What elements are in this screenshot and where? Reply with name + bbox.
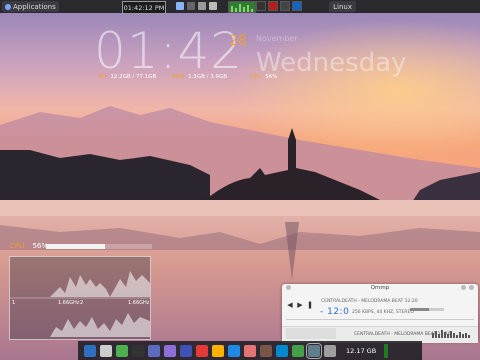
conky-cpu-stat: CPU 56% (250, 74, 277, 80)
battery-icon[interactable] (256, 1, 266, 11)
core2-label: 2 (80, 300, 84, 306)
cpu-usage-bar (46, 244, 152, 249)
applications-menu-button[interactable]: Applications (2, 1, 59, 12)
chart-icon[interactable] (292, 344, 304, 357)
disk-meter (384, 343, 389, 358)
conky-ram-stat: RAM 1.5GB / 3.9GB (172, 74, 227, 80)
player-icon[interactable] (306, 342, 322, 359)
system-icon[interactable] (148, 344, 160, 357)
player-title: Qmmp (370, 285, 390, 291)
player-menu-button[interactable] (286, 285, 291, 290)
network-icon[interactable] (209, 2, 217, 10)
display-icon[interactable] (292, 1, 302, 11)
spectrum-analyzer (432, 330, 470, 338)
hdd-value: 12.2GB / 77.1GB (110, 74, 157, 80)
player-track-title: CENTRALDEATH - MELODRAMA BEAT 12:20 (321, 299, 418, 304)
volume-slider[interactable] (410, 308, 444, 311)
player-stream-info: 256 KBPS, 44 KHZ, STEREO (352, 310, 414, 315)
applications-icon (5, 3, 11, 10)
terminal-icon[interactable] (132, 344, 144, 357)
web-icon[interactable] (180, 344, 192, 357)
paint-icon[interactable] (212, 344, 224, 357)
play-icon[interactable]: ▶ (296, 301, 304, 309)
system-tray (256, 1, 302, 11)
dock: 12.17 GB (78, 341, 422, 360)
cpu-stat-value: 56% (265, 74, 278, 80)
top-panel: Applications 01:42:12 PM Linux (0, 0, 480, 14)
player-time: - 12:0 (320, 307, 350, 317)
ram-label: RAM (172, 74, 185, 80)
trash-icon[interactable] (116, 344, 128, 357)
player-close-button[interactable] (469, 285, 474, 290)
conky-day: 28 (229, 33, 247, 49)
settings-icon[interactable] (100, 344, 112, 357)
core2-frequency: 1.66GHz (128, 300, 150, 306)
window-icon[interactable] (198, 2, 206, 10)
os-label[interactable]: Linux (329, 1, 356, 12)
hdd-label: HD (98, 74, 107, 80)
cpu-widget-label: CPU (10, 242, 25, 250)
playlist-controls[interactable] (286, 328, 336, 339)
applications-label: Applications (13, 2, 56, 11)
cpu-monitor-graph[interactable] (228, 1, 256, 13)
record-icon[interactable] (268, 1, 278, 11)
core1-frequency: 1.66GHz (58, 300, 80, 306)
panel-clock[interactable]: 01:42:12 PM (122, 1, 166, 14)
seek-bar[interactable] (286, 319, 474, 320)
cpu-stat-label: CPU (250, 74, 262, 80)
conky-hdd-stat: HD 12.2GB / 77.1GB (98, 74, 156, 80)
cpu-widget-title: CPU 56% (10, 242, 48, 250)
chrome-icon[interactable] (196, 344, 208, 357)
camera-icon[interactable] (324, 344, 336, 357)
volume-icon[interactable] (280, 1, 290, 11)
conky-clock-time: 01:42 (94, 22, 244, 80)
ram-value: 1.5GB / 3.9GB (188, 74, 228, 80)
vscode-icon[interactable] (276, 344, 288, 357)
tools-icon[interactable] (260, 344, 272, 357)
core1-label: 1 (12, 300, 16, 306)
disk-usage-label: 12.17 GB (346, 346, 377, 355)
music-player-window: Qmmp ◀ ▶ ❚ CENTRALDEATH - MELODRAMA BEAT… (282, 284, 478, 343)
cpu-usage-fill (46, 244, 106, 249)
conky-weekday: Wednesday (256, 48, 407, 78)
conky-month: November (256, 34, 298, 43)
pause-icon[interactable]: ❚ (306, 301, 314, 309)
previous-icon[interactable]: ◀ (286, 301, 294, 309)
photos-icon[interactable] (228, 344, 240, 357)
player-minimize-button[interactable] (461, 285, 466, 290)
panel-launchers (176, 2, 217, 10)
workspace-icon[interactable] (187, 2, 195, 10)
files-icon[interactable] (84, 344, 96, 357)
user-icon[interactable] (164, 344, 176, 357)
media-icon[interactable] (244, 344, 256, 357)
browser-icon[interactable] (176, 2, 184, 10)
cpu-core-graph: 1 1.66GHz 2 1.66GHz (9, 256, 151, 340)
